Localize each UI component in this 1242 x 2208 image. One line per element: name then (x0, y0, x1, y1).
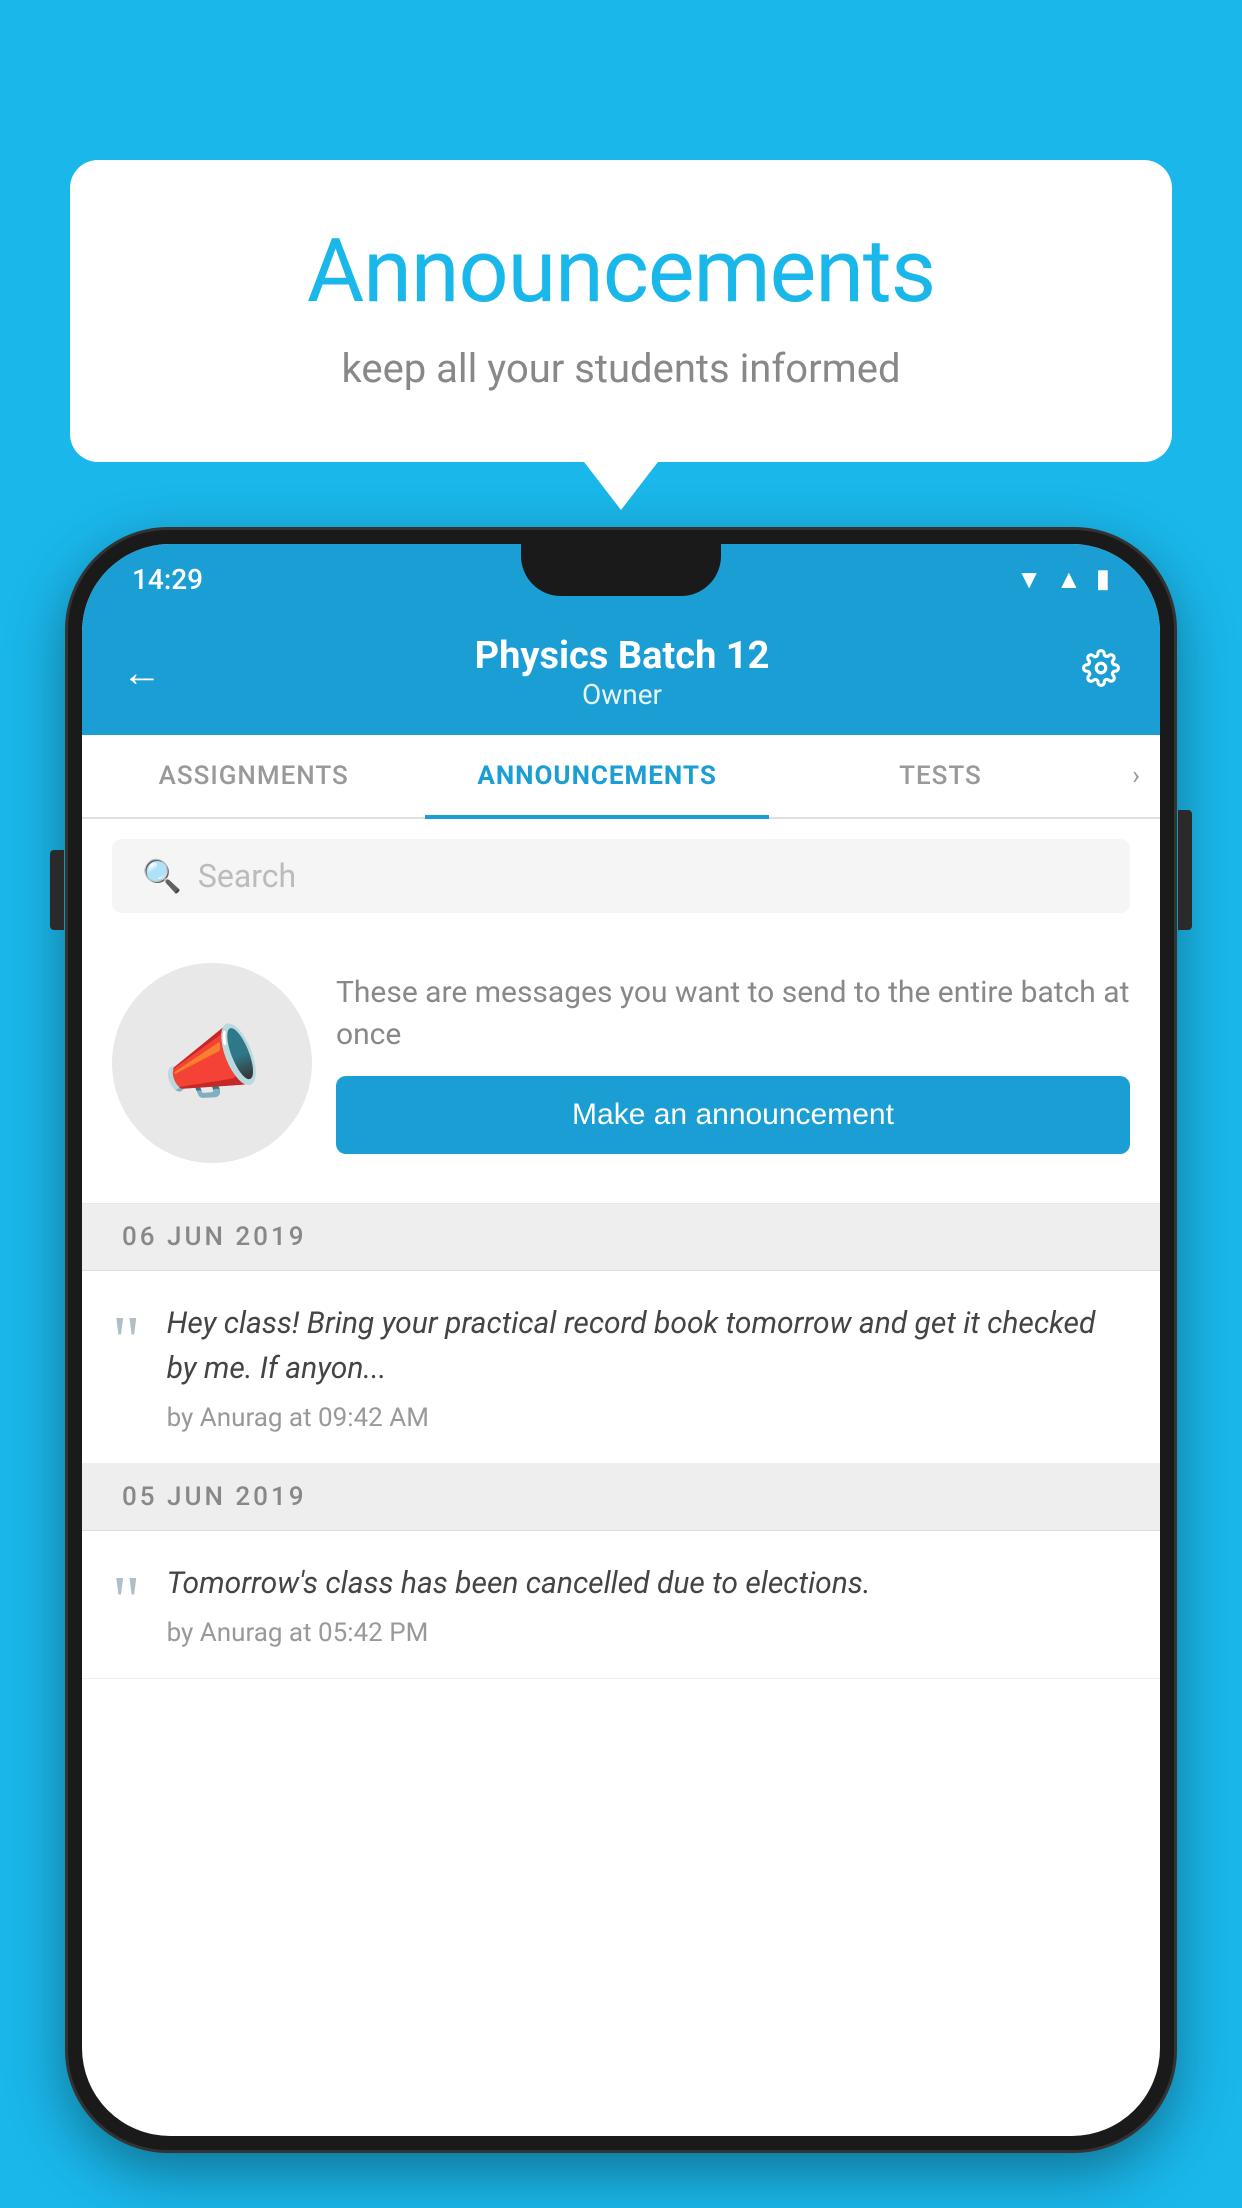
announcement-meta-2: by Anurag at 05:42 PM (167, 1618, 1130, 1648)
announcement-meta-1: by Anurag at 09:42 AM (167, 1403, 1130, 1433)
tab-announcements[interactable]: ANNOUNCEMENTS (425, 735, 768, 817)
promo-right: These are messages you want to send to t… (336, 972, 1130, 1154)
header-subtitle: Owner (475, 678, 770, 711)
date-separator-1: 06 JUN 2019 (82, 1204, 1160, 1271)
make-announcement-button[interactable]: Make an announcement (336, 1076, 1130, 1154)
header-title: Physics Batch 12 (475, 634, 770, 678)
speech-bubble: Announcements keep all your students inf… (70, 160, 1172, 462)
promo-area: 📣 These are messages you want to send to… (82, 933, 1160, 1204)
phone-wrapper: 14:29 ▼ ▲ ▮ ← Physics Batch 12 Owner (68, 530, 1174, 2208)
promo-description: These are messages you want to send to t… (336, 972, 1130, 1056)
announcement-text-2: Tomorrow's class has been cancelled due … (167, 1561, 1130, 1606)
tabs-bar: ASSIGNMENTS ANNOUNCEMENTS TESTS › (82, 735, 1160, 819)
tab-more[interactable]: › (1112, 735, 1160, 817)
search-icon: 🔍 (142, 857, 182, 895)
bubble-subtitle: keep all your students informed (150, 345, 1092, 392)
phone-screen: 14:29 ▼ ▲ ▮ ← Physics Batch 12 Owner (82, 544, 1160, 2136)
announcement-content-1: Hey class! Bring your practical record b… (167, 1301, 1130, 1433)
bubble-title: Announcements (150, 220, 1092, 323)
status-bar: 14:29 ▼ ▲ ▮ (82, 544, 1160, 614)
announcement-icon-circle: 📣 (112, 963, 312, 1163)
search-placeholder: Search (198, 857, 296, 895)
date-separator-2: 05 JUN 2019 (82, 1464, 1160, 1531)
announcement-content-2: Tomorrow's class has been cancelled due … (167, 1561, 1130, 1648)
quote-mark-2: " (112, 1567, 141, 1637)
status-time: 14:29 (132, 563, 203, 596)
announcement-text-1: Hey class! Bring your practical record b… (167, 1301, 1130, 1391)
app-header: ← Physics Batch 12 Owner (82, 614, 1160, 735)
quote-mark-1: " (112, 1307, 141, 1377)
battery-icon: ▮ (1096, 564, 1110, 594)
megaphone-icon: 📣 (162, 1016, 262, 1110)
signal-icon: ▲ (1056, 564, 1082, 595)
settings-button[interactable] (1082, 649, 1120, 697)
search-container: 🔍 Search (82, 819, 1160, 933)
wifi-icon: ▼ (1016, 564, 1042, 595)
announcement-item-2[interactable]: " Tomorrow's class has been cancelled du… (82, 1531, 1160, 1679)
phone-outer: 14:29 ▼ ▲ ▮ ← Physics Batch 12 Owner (68, 530, 1174, 2150)
back-button[interactable]: ← (122, 649, 162, 696)
intro-section: Announcements keep all your students inf… (70, 160, 1172, 462)
announcement-item-1[interactable]: " Hey class! Bring your practical record… (82, 1271, 1160, 1464)
status-icons: ▼ ▲ ▮ (1016, 564, 1110, 595)
search-bar[interactable]: 🔍 Search (112, 839, 1130, 913)
tab-tests[interactable]: TESTS (769, 735, 1112, 817)
tab-assignments[interactable]: ASSIGNMENTS (82, 735, 425, 817)
header-center: Physics Batch 12 Owner (475, 634, 770, 711)
